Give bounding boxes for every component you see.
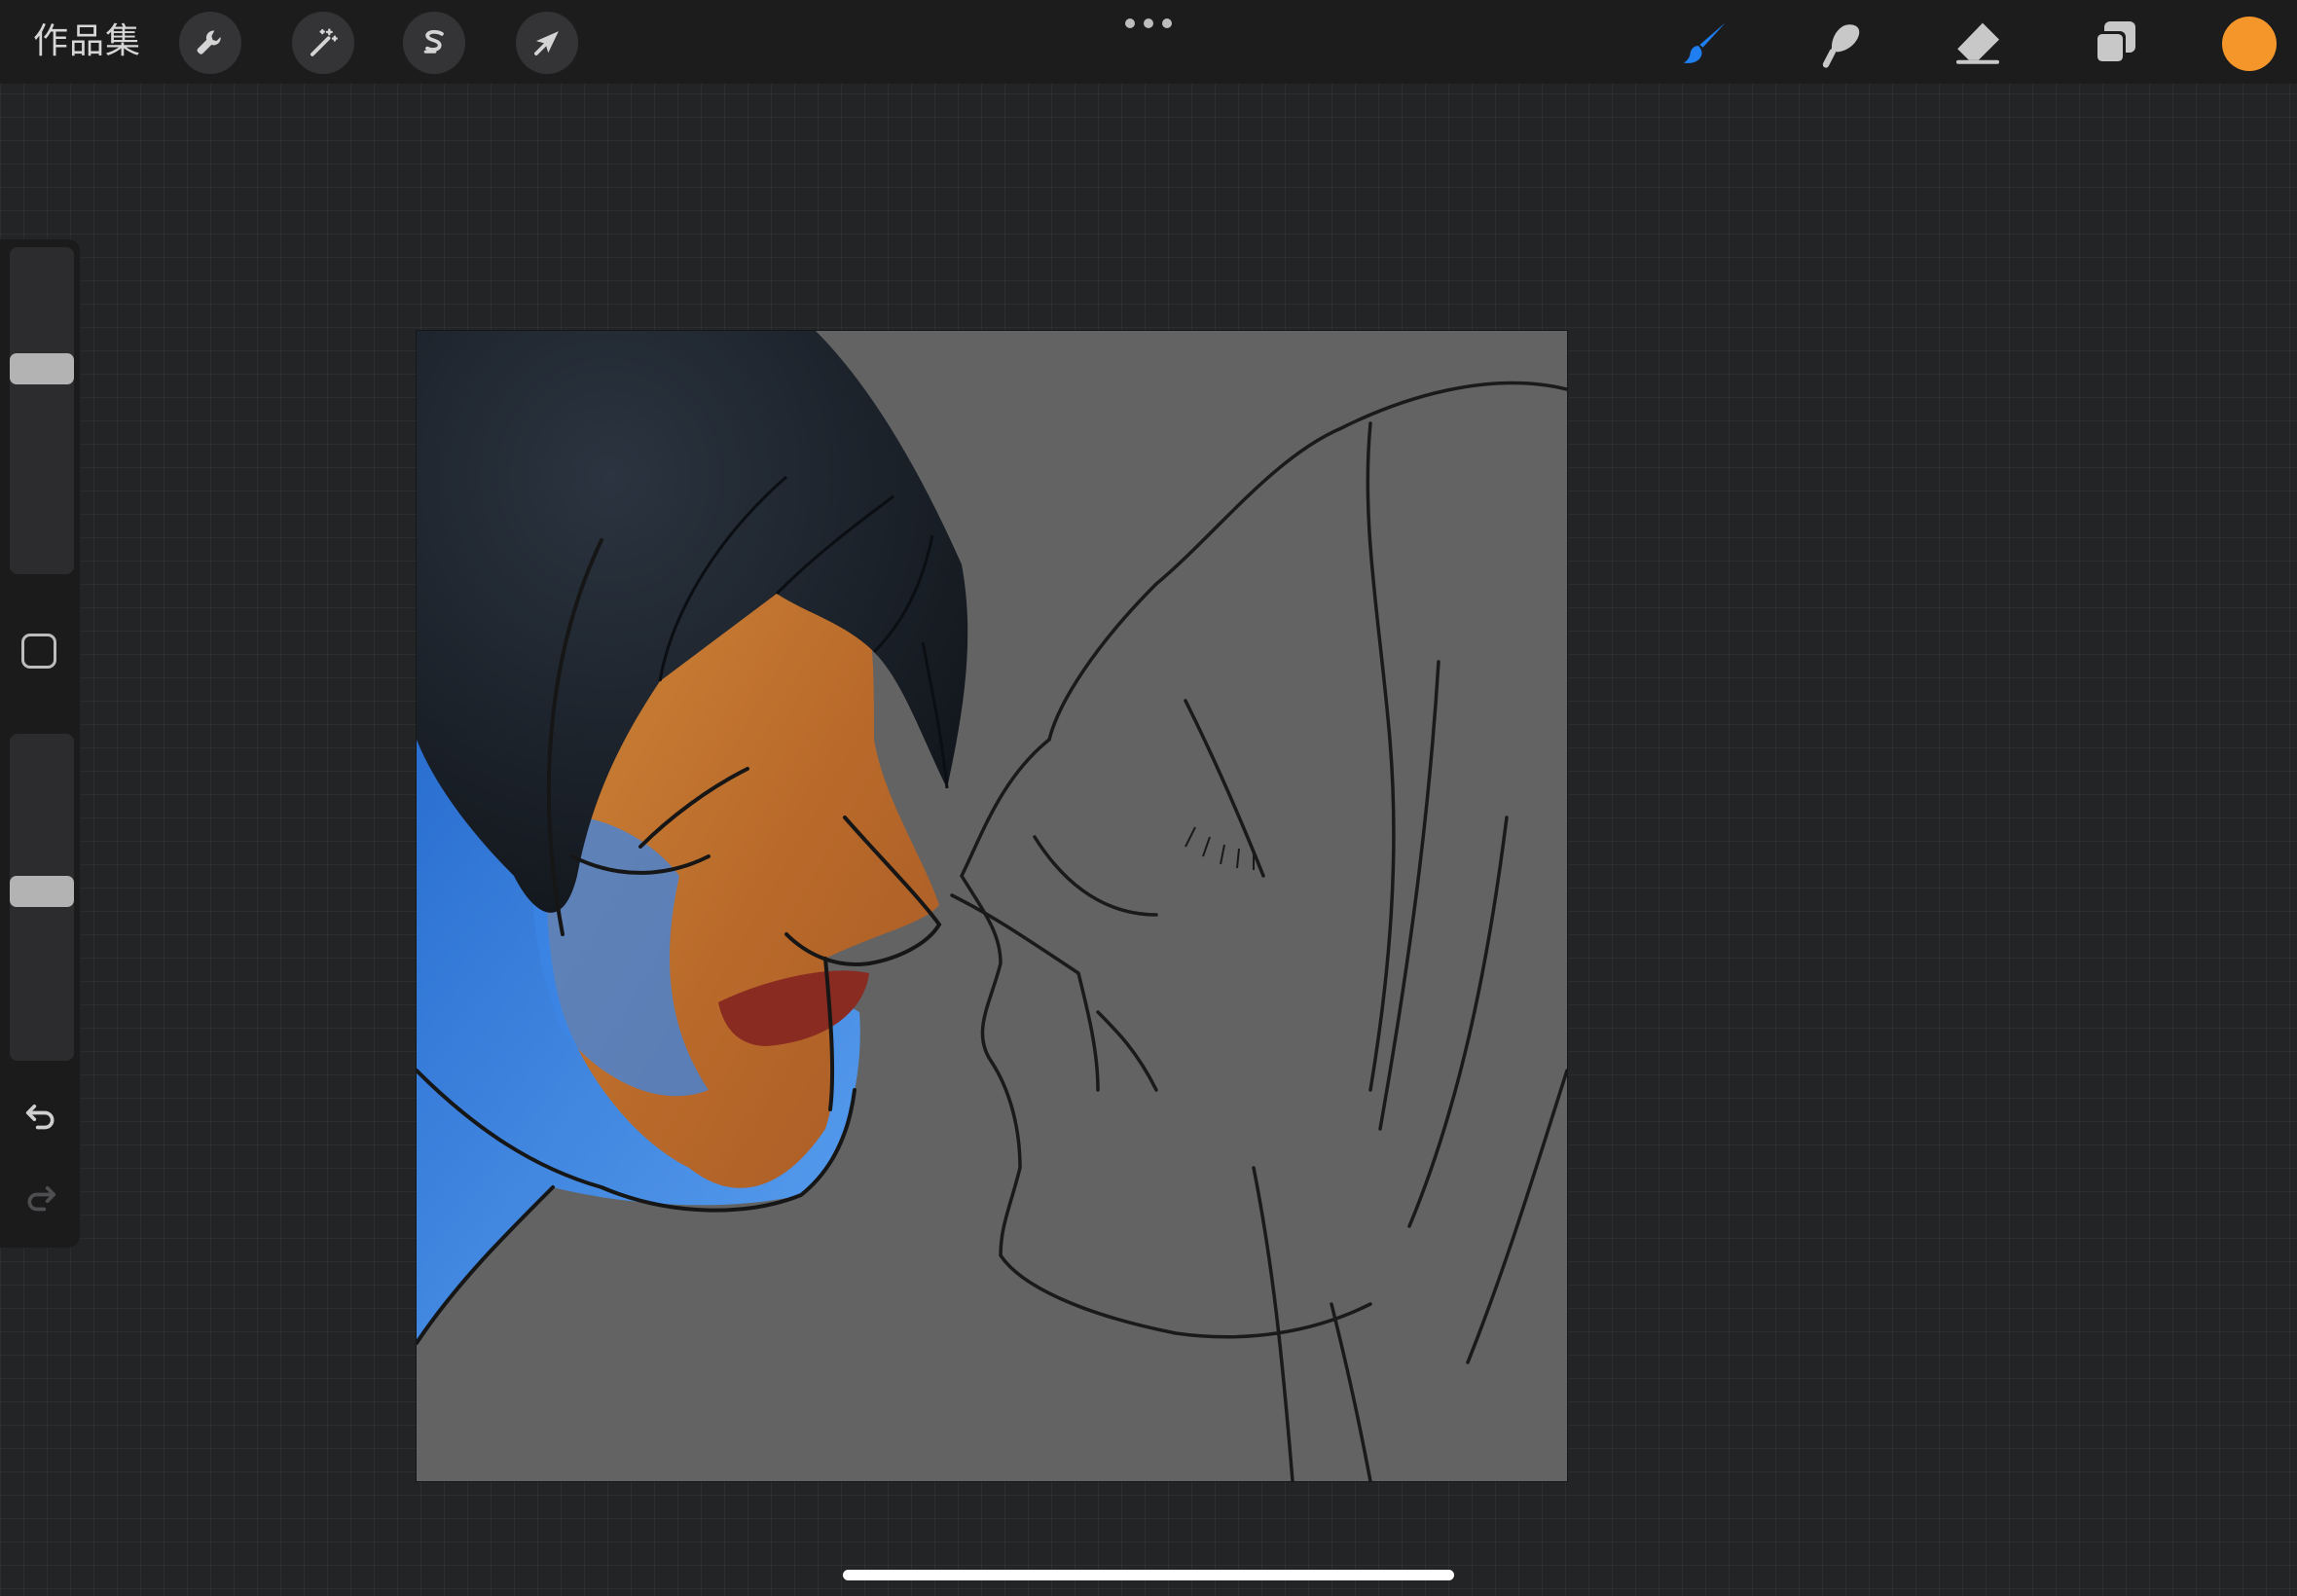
artwork [417,331,1567,1481]
undo-arrow-icon [25,1105,55,1130]
adjustments-button[interactable] [292,12,354,74]
more-dot [1125,18,1135,28]
top-toolbar: 作品集 [0,0,2297,84]
brush-size-slider[interactable] [10,247,74,574]
brush-tool-button[interactable] [1674,12,1736,74]
drawing-canvas[interactable] [417,331,1567,1481]
eraser-icon [1956,22,1999,64]
left-sidebar [0,239,80,1248]
smudge-icon [1822,24,1860,68]
color-picker-button[interactable] [2222,17,2277,71]
magic-wand-icon [310,28,338,56]
layers-tool-button[interactable] [2083,12,2145,74]
selection-s-icon [423,29,444,54]
redo-arrow-icon [27,1186,56,1212]
brush-size-thumb[interactable] [10,353,74,384]
smudge-tool-button[interactable] [1810,12,1873,74]
transform-button[interactable] [516,12,578,74]
more-dot [1144,18,1153,28]
wrench-icon [197,30,221,54]
gallery-button[interactable]: 作品集 [33,19,141,64]
undo-button[interactable] [19,1094,62,1137]
arrow-cursor-icon [534,31,559,55]
eraser-tool-button[interactable] [1947,12,2009,74]
home-indicator[interactable] [843,1570,1454,1580]
brush-icon [1684,22,1726,63]
layers-icon [2095,21,2135,64]
actions-button[interactable] [179,12,241,74]
selection-button[interactable] [403,12,465,74]
opacity-thumb[interactable] [10,876,74,907]
redo-button[interactable] [19,1176,62,1218]
more-dots-icon[interactable] [1125,12,1172,35]
square-outline-icon[interactable] [21,634,56,669]
opacity-slider[interactable] [10,734,74,1061]
more-dot [1162,18,1172,28]
procreate-app: 作品集 [0,0,2297,1596]
